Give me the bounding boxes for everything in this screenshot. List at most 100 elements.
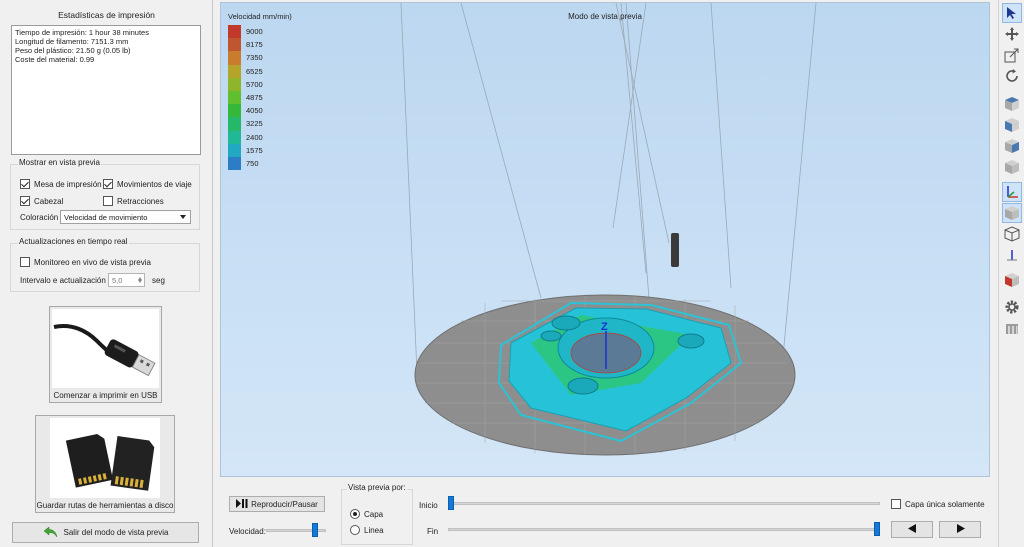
speed-label: Velocidad:: [229, 527, 266, 536]
legend-swatch: [228, 25, 241, 39]
corner-hole-2: [677, 333, 705, 349]
bed-checkbox-box[interactable]: [20, 179, 30, 189]
legend-row: 8175: [228, 38, 263, 52]
legend-row: 6525: [228, 64, 263, 78]
play-pause-label: Reproducir/Pausar: [251, 499, 318, 509]
viewport-title: Modo de vista previa: [568, 12, 642, 21]
rotate-icon[interactable]: [1002, 66, 1022, 86]
legend-value: 5700: [246, 79, 263, 89]
legend-swatch: [228, 64, 241, 78]
stats-plastic-weight: Peso del plástico: 21.50 g (0.05 lb): [15, 46, 131, 55]
legend-row: 4875: [228, 90, 263, 105]
speed-slider-thumb[interactable]: [311, 523, 318, 537]
stats-print-time: Tiempo de impresión: 1 hour 38 minutes: [15, 28, 149, 37]
view-cube-front-icon[interactable]: [1002, 115, 1022, 135]
legend-value: 4050: [246, 106, 263, 116]
legend-row: 1575: [228, 143, 263, 157]
live-monitor-checkbox[interactable]: Monitoreo en vivo de vista previa: [20, 257, 151, 267]
start-slider-thumb[interactable]: [448, 496, 454, 510]
bed-checkbox[interactable]: Mesa de impresión: [20, 179, 102, 189]
retractions-checkbox-box[interactable]: [103, 196, 113, 206]
right-toolbar: [998, 0, 1024, 547]
usb-print-button[interactable]: Comenzar a imprimir en USB: [49, 306, 162, 403]
legend-row: 2400: [228, 130, 263, 144]
legend-row: 4050: [228, 104, 263, 118]
legend-swatch: [228, 77, 241, 91]
save-toolpaths-label: Guardar rutas de herramientas a disco: [36, 501, 174, 510]
triangle-left-icon: [907, 524, 917, 535]
retractions-checkbox-label: Retracciones: [117, 196, 164, 206]
playback-controls: Reproducir/Pausar Velocidad: Vista previ…: [220, 480, 990, 547]
bed-checkbox-label: Mesa de impresión: [34, 179, 102, 189]
legend-value: 750: [246, 158, 259, 168]
line-radio-dot[interactable]: [350, 525, 360, 535]
legend-value: 7350: [246, 53, 263, 63]
exit-preview-label: Salir del modo de vista previa: [63, 528, 169, 537]
next-layer-button[interactable]: [939, 521, 981, 538]
move-icon[interactable]: [1002, 24, 1022, 44]
stats-filament-length: Longitud de filamento: 7151.3 mm: [15, 37, 129, 46]
end-label: Fin: [427, 527, 439, 536]
exit-preview-button[interactable]: Salir del modo de vista previa: [12, 522, 199, 543]
corner-hole-3: [567, 377, 599, 395]
view-cube-side-icon[interactable]: [1002, 136, 1022, 156]
end-slider-thumb[interactable]: [874, 522, 880, 536]
single-layer-checkbox-box[interactable]: [891, 499, 901, 509]
start-label: Inicio: [419, 501, 438, 510]
single-layer-checkbox[interactable]: Capa única solamente: [891, 499, 985, 509]
travel-moves-checkbox[interactable]: Movimientos de viaje: [103, 179, 192, 189]
retractions-checkbox[interactable]: Retracciones: [103, 196, 164, 206]
z-axis-label: Z: [601, 321, 608, 333]
realtime-updates-title: Actualizaciones en tiempo real: [18, 237, 129, 246]
head-checkbox-box[interactable]: [20, 196, 30, 206]
triangle-right-icon: [956, 524, 965, 535]
play-pause-icon: [236, 498, 248, 510]
view-cube-top-icon[interactable]: [1002, 94, 1022, 114]
legend-swatch: [228, 38, 241, 52]
head-checkbox[interactable]: Cabezal: [20, 196, 63, 206]
legend-swatch: [228, 117, 241, 131]
scale-icon[interactable]: [1002, 45, 1022, 65]
section-view-icon[interactable]: [1002, 270, 1022, 290]
usb-print-label: Comenzar a imprimir en USB: [53, 391, 158, 400]
interval-label: Intervalo e actualización: [20, 276, 106, 285]
end-slider-track[interactable]: [448, 528, 880, 531]
legend-title: Velocidad mm/min): [228, 12, 292, 21]
corner-hole-1: [551, 315, 581, 331]
interval-unit: seg: [152, 276, 165, 285]
3d-preview-viewport[interactable]: Z Modo de vista previa Velocidad mm/min)…: [220, 2, 990, 477]
machine-icon[interactable]: [1002, 318, 1022, 338]
view-cube-iso-icon[interactable]: [1002, 157, 1022, 177]
coloring-label: Coloración: [20, 213, 59, 222]
settings-gear-icon[interactable]: [1002, 297, 1022, 317]
stats-material-cost: Coste del material: 0.99: [15, 55, 95, 64]
travel-moves-checkbox-label: Movimientos de viaje: [117, 179, 192, 189]
wireframe-cube-icon[interactable]: [1002, 224, 1022, 244]
preview-options-title: Mostrar en vista previa: [18, 158, 101, 167]
legend-value: 8175: [246, 40, 263, 50]
head-checkbox-label: Cabezal: [34, 196, 64, 206]
start-slider-track[interactable]: [448, 502, 880, 505]
play-pause-button[interactable]: Reproducir/Pausar: [229, 496, 325, 512]
sd-card-icon: [50, 418, 160, 498]
travel-moves-checkbox-box[interactable]: [103, 179, 113, 189]
usb-cable-icon: [52, 309, 159, 388]
legend-row: 7350: [228, 51, 263, 65]
speed-legend: 9000 8175 7350 6525 5700 4875 4050 3225 2400 1575…: [228, 25, 263, 171]
previous-layer-button[interactable]: [891, 521, 933, 538]
spin-down-icon[interactable]: [138, 280, 142, 283]
coloring-select-value: Velocidad de movimiento: [64, 213, 148, 222]
layer-radio[interactable]: Capa: [350, 509, 383, 519]
solid-cube-icon[interactable]: [1002, 203, 1022, 223]
layer-radio-dot[interactable]: [350, 509, 360, 519]
live-monitor-checkbox-box[interactable]: [20, 257, 30, 267]
legend-value: 3225: [246, 119, 263, 129]
show-axis-icon[interactable]: [1002, 245, 1022, 265]
axes-icon[interactable]: [1002, 182, 1022, 202]
save-toolpaths-button[interactable]: Guardar rutas de herramientas a disco: [35, 415, 175, 513]
interval-spinbox[interactable]: 5,0: [108, 273, 145, 287]
select-cursor-icon[interactable]: [1002, 3, 1022, 23]
coloring-select[interactable]: Velocidad de movimiento: [60, 210, 191, 224]
left-panel: Estadísticas de impresión Tiempo de impr…: [0, 0, 213, 547]
line-radio[interactable]: Linea: [350, 525, 384, 535]
